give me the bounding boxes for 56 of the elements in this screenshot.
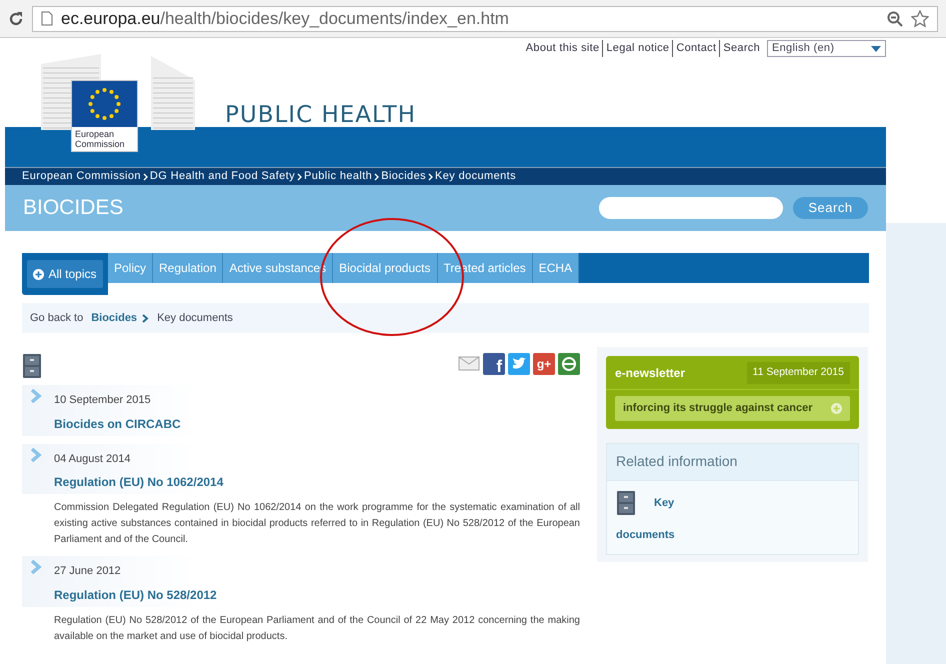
top-link[interactable]: Legal notice xyxy=(602,40,670,57)
related-title: Related information xyxy=(607,444,858,481)
logo-text: European Commission xyxy=(74,128,126,149)
page-icon xyxy=(41,11,53,26)
all-topics-button[interactable]: All topics xyxy=(27,260,103,288)
breadcrumb-link[interactable]: Public health xyxy=(304,168,372,185)
newsletter-headline[interactable]: inforcing its struggle against cancer xyxy=(615,396,850,421)
current-page: Key documents xyxy=(157,310,233,326)
site-title: PUBLIC HEALTH xyxy=(225,101,416,130)
language-select[interactable]: English (en) xyxy=(767,40,886,57)
dropdown-arrow-icon xyxy=(871,46,881,52)
star-icon[interactable] xyxy=(911,10,929,28)
breadcrumb-link[interactable]: DG Health and Food Safety xyxy=(150,168,296,185)
document-summary: Regulation (EU) No 528/2012 of the European Parliament and of the Council of 22 May 2012 concerning the making available on the market and use of biocidal products. xyxy=(54,614,580,644)
bird-icon[interactable] xyxy=(508,353,530,375)
reload-icon[interactable] xyxy=(8,10,24,26)
document-title[interactable]: Regulation (EU) No 528/2012 xyxy=(54,586,217,604)
biocides-link[interactable]: Biocides xyxy=(91,310,138,326)
newsletter-title: e-newsletter xyxy=(615,364,686,382)
document-date: 04 August 2014 xyxy=(54,452,132,466)
search-button[interactable]: Search xyxy=(793,197,868,219)
key-documents-link[interactable]: Key documents xyxy=(616,490,849,546)
breadcrumb-link[interactable]: Biocides xyxy=(381,168,426,185)
newsletter-date: 11 September 2015 xyxy=(746,362,850,384)
chevron-icon xyxy=(30,448,42,462)
chevron-icon xyxy=(297,172,302,180)
section-title: BIOCIDES xyxy=(23,195,124,222)
share-icon[interactable] xyxy=(558,353,580,375)
go-back-label: Go back to xyxy=(30,310,84,326)
google-plus-icon[interactable]: g+ xyxy=(533,353,555,375)
document-title[interactable]: Biocides on CIRCABC xyxy=(54,414,181,432)
facebook-icon[interactable]: f xyxy=(483,353,505,375)
top-link[interactable]: Contact xyxy=(672,40,716,57)
document-date: 27 June 2012 xyxy=(54,564,122,579)
search-field[interactable] xyxy=(599,197,783,219)
document-title[interactable]: Regulation (EU) No 1062/2014 xyxy=(54,473,224,491)
url-text: ec.europa.eu/health/biocides/key_documents/index_en.htm xyxy=(61,8,509,30)
plus-icon xyxy=(831,402,842,414)
top-link[interactable]: About this site xyxy=(526,40,600,57)
breadcrumb-link[interactable]: Key documents xyxy=(434,168,516,185)
file-cabinet-icon xyxy=(22,353,42,379)
file-cabinet-icon xyxy=(616,490,636,516)
chevron-icon xyxy=(142,172,148,180)
zoom-icon[interactable] xyxy=(887,10,903,26)
top-link[interactable]: Search xyxy=(719,40,760,57)
document-date: 10 September 2015 xyxy=(54,393,152,408)
chevron-icon xyxy=(428,172,433,180)
address-bar[interactable]: ec.europa.eu/health/biocides/key_documents/index_en.htm xyxy=(32,6,938,32)
chevron-icon xyxy=(374,172,380,180)
chevron-icon xyxy=(30,389,42,403)
document-summary: Commission Delegated Regulation (EU) No 1062/2014 on the work programme for the systematic examination of all existing active substances contained in biocidal products referred to in Regulation (EU) No 528/2012 of the European Parliament and of the Council. xyxy=(54,501,580,547)
plus-icon xyxy=(33,268,44,280)
chevron-icon xyxy=(142,314,150,322)
chevron-icon xyxy=(30,560,42,574)
breadcrumb-link[interactable]: European Commission xyxy=(22,168,141,185)
eu-flag-icon xyxy=(72,81,137,127)
